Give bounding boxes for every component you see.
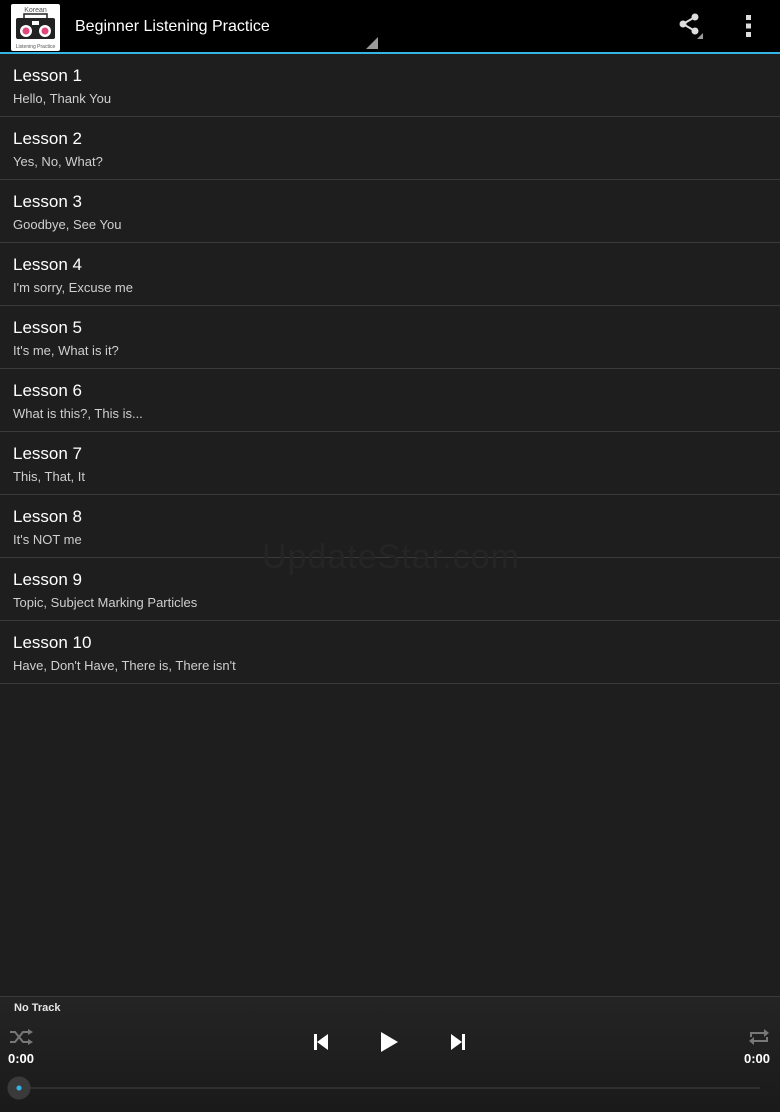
media-player-bar: No Track 0:00 0:00 [0,996,780,1112]
list-item[interactable]: Lesson 10 Have, Don't Have, There is, Th… [0,621,780,684]
lesson-subtitle: Topic, Subject Marking Particles [13,595,198,610]
repeat-icon [749,1029,769,1045]
list-item[interactable]: Lesson 2 Yes, No, What? [0,117,780,180]
list-item[interactable]: Lesson 1 Hello, Thank You [0,54,780,117]
lesson-subtitle: Yes, No, What? [13,154,103,169]
lesson-title: Lesson 3 [13,192,82,211]
shuffle-button[interactable] [8,1027,34,1047]
play-button[interactable] [373,1026,405,1058]
lesson-title: Lesson 7 [13,444,82,463]
list-item[interactable]: Lesson 9 Topic, Subject Marking Particle… [0,558,780,621]
app-logo[interactable]: Korean Listening Practice [11,4,60,51]
lesson-subtitle: Goodbye, See You [13,217,122,232]
next-track-button[interactable] [443,1027,473,1057]
lesson-subtitle: It's NOT me [13,532,82,547]
previous-track-button[interactable] [306,1027,336,1057]
seek-bar-thumb[interactable] [7,1076,31,1100]
app-title[interactable]: Beginner Listening Practice [75,18,270,36]
svg-text:Listening Practice: Listening Practice [16,44,56,50]
lesson-title: Lesson 6 [13,381,82,400]
spinner-indicator-icon [366,37,378,49]
elapsed-time: 0:00 [8,1051,35,1066]
lesson-subtitle: It's me, What is it? [13,343,119,358]
lesson-subtitle: Have, Don't Have, There is, There isn't [13,658,236,673]
seek-bar[interactable] [20,1087,760,1089]
lesson-title: Lesson 4 [13,255,82,274]
lesson-subtitle: What is this?, This is... [13,406,143,421]
overflow-menu-button[interactable] [722,0,774,52]
list-item[interactable]: Lesson 5 It's me, What is it? [0,306,780,369]
lesson-subtitle: This, That, It [13,469,86,484]
list-item[interactable]: Lesson 3 Goodbye, See You [0,180,780,243]
list-item[interactable]: Lesson 4 I'm sorry, Excuse me [0,243,780,306]
lesson-title: Lesson 1 [13,66,82,85]
lesson-title: Lesson 2 [13,129,82,148]
overflow-menu-icon [746,15,751,37]
lesson-subtitle: Hello, Thank You [13,91,112,106]
lesson-title: Lesson 5 [13,318,82,337]
shuffle-icon [10,1029,33,1045]
lesson-title: Lesson 10 [13,633,92,652]
list-item[interactable]: Lesson 7 This, That, It [0,432,780,495]
play-icon [381,1032,398,1052]
lesson-list: Lesson 1 Hello, Thank You Lesson 2 Yes, … [0,54,780,684]
share-icon [679,13,703,39]
list-item[interactable]: Lesson 6 What is this?, This is... [0,369,780,432]
share-button[interactable] [664,0,716,52]
lesson-subtitle: I'm sorry, Excuse me [13,280,133,295]
skip-next-icon [451,1034,465,1050]
list-item[interactable]: Lesson 8 It's NOT me [0,495,780,558]
track-name: No Track [14,1002,61,1014]
action-bar: Korean Listening Practice Beginner Liste… [0,0,780,54]
lesson-title: Lesson 8 [13,507,82,526]
track-duration: 0:00 [744,1051,771,1066]
lesson-title: Lesson 9 [13,570,82,589]
skip-previous-icon [314,1034,328,1050]
repeat-button[interactable] [746,1027,772,1047]
svg-text:Korean: Korean [24,7,47,14]
